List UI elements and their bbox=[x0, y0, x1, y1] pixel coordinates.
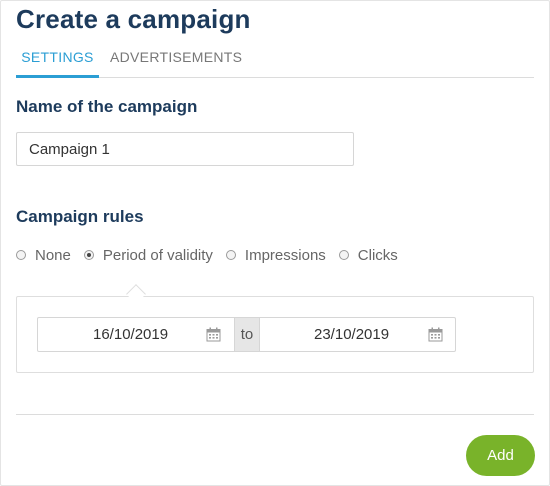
calendar-icon[interactable] bbox=[428, 327, 443, 342]
rule-option-label: Impressions bbox=[244, 246, 326, 264]
date-range-separator: to bbox=[234, 318, 260, 351]
tab-settings[interactable]: SETTINGS bbox=[16, 40, 99, 78]
start-date-field[interactable]: 16/10/2019 bbox=[38, 318, 234, 351]
rule-option-impressions[interactable]: Impressions bbox=[225, 246, 326, 264]
start-date-value: 16/10/2019 bbox=[93, 326, 169, 343]
campaign-name-input[interactable] bbox=[16, 132, 354, 166]
rule-option-clicks[interactable]: Clicks bbox=[338, 246, 398, 264]
date-range-picker: 16/10/2019 to 23/10/2019 bbox=[37, 317, 456, 352]
end-date-field[interactable]: 23/10/2019 bbox=[260, 318, 455, 351]
radio-period-of-validity[interactable] bbox=[83, 250, 94, 260]
page-title: Create a campaign bbox=[16, 4, 251, 34]
rule-option-label: Period of validity bbox=[102, 246, 213, 264]
calendar-icon[interactable] bbox=[206, 327, 221, 342]
footer-divider bbox=[16, 414, 534, 415]
radio-clicks[interactable] bbox=[338, 250, 349, 260]
add-button[interactable]: Add bbox=[466, 435, 535, 476]
rule-option-none[interactable]: None bbox=[16, 247, 71, 264]
rule-option-period-of-validity[interactable]: Period of validity bbox=[83, 246, 213, 264]
tab-bar: SETTINGS ADVERTISEMENTS bbox=[16, 40, 534, 78]
radio-impressions[interactable] bbox=[225, 250, 236, 260]
campaign-rules-label: Campaign rules bbox=[16, 207, 144, 226]
tab-advertisements[interactable]: ADVERTISEMENTS bbox=[110, 40, 242, 75]
rule-option-label: None bbox=[35, 246, 71, 264]
radio-none[interactable] bbox=[16, 250, 26, 260]
campaign-rules-radio-group: None Period of validity Impressions Clic… bbox=[16, 245, 411, 265]
campaign-name-label: Name of the campaign bbox=[16, 97, 198, 116]
rule-option-label: Clicks bbox=[357, 246, 398, 264]
end-date-value: 23/10/2019 bbox=[314, 326, 390, 343]
